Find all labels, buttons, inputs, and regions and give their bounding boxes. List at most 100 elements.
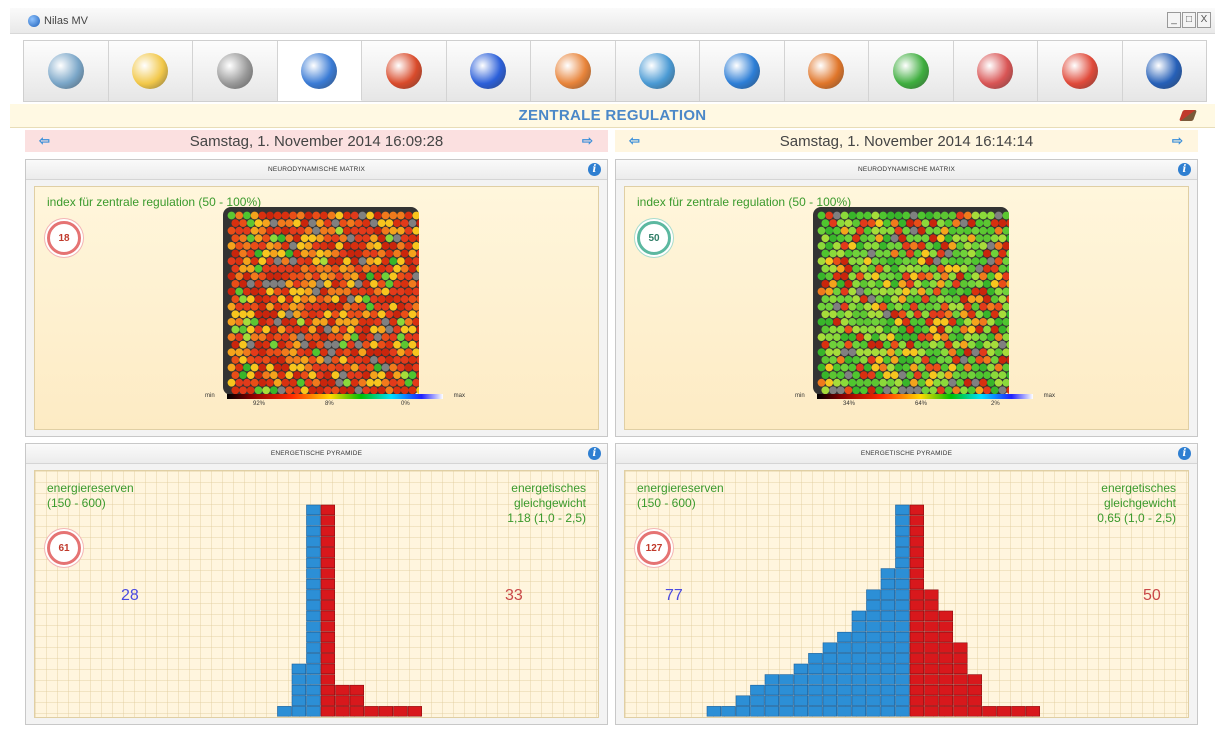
matrix-cell — [967, 340, 976, 349]
reserve-range: (150 - 600) — [637, 496, 696, 510]
matrix-cell — [404, 257, 413, 265]
matrix-cell — [300, 325, 309, 334]
matrix-cell — [235, 363, 244, 372]
matrix-cell — [335, 272, 344, 281]
toolbar-tab-hexagon-cluster[interactable] — [277, 41, 362, 101]
toolbar-tab-heat-sphere[interactable] — [109, 41, 193, 101]
matrix-cell — [231, 249, 240, 258]
matrix-cell — [235, 302, 244, 311]
matrix-cell — [343, 302, 351, 311]
matrix-cell — [320, 287, 328, 296]
matrix-cell — [960, 219, 968, 227]
toolbar-tab-heatmap-map[interactable] — [362, 41, 447, 101]
right-prev-arrow-icon[interactable]: ⇦ — [629, 134, 641, 147]
toolbar-tab-head-profile[interactable] — [700, 41, 785, 101]
matrix-cell — [331, 264, 340, 273]
pyramid-red-cell — [924, 653, 939, 664]
matrix-cell — [254, 325, 263, 334]
matrix-cell — [235, 226, 244, 235]
matrix-cell — [886, 302, 895, 311]
matrix-cell — [910, 272, 918, 281]
matrix-cell — [844, 249, 853, 258]
matrix-cell — [373, 272, 382, 281]
matrix-cell — [906, 295, 914, 303]
line-graph-icon — [639, 53, 676, 89]
matrix-cell — [940, 257, 949, 265]
matrix-cell — [293, 325, 301, 334]
matrix-cell — [871, 226, 880, 235]
matrix-cell — [848, 333, 857, 341]
pyramid-red-cell — [909, 642, 924, 653]
minimize-button[interactable]: _ — [1167, 12, 1181, 28]
maximize-button[interactable]: □ — [1182, 12, 1196, 28]
left-prev-arrow-icon[interactable]: ⇦ — [39, 134, 51, 147]
toolbar-tab-yin-yang[interactable] — [869, 41, 954, 101]
toolbar-tab-waveform-monitor[interactable] — [24, 41, 109, 101]
matrix-cell — [902, 378, 911, 387]
toolbar-tab-scatter-dots[interactable] — [193, 41, 278, 101]
book-icon[interactable] — [1178, 110, 1198, 121]
matrix-cell — [929, 249, 938, 258]
matrix-cell — [829, 371, 837, 379]
matrix-cell — [852, 340, 861, 349]
info-icon[interactable]: i — [588, 163, 601, 176]
matrix-cell — [863, 242, 872, 250]
matrix-cell — [952, 219, 961, 227]
matrix-cell — [243, 287, 251, 296]
matrix-cell — [859, 325, 868, 334]
matrix-cell — [940, 226, 949, 235]
matrix-cell — [925, 363, 934, 372]
matrix-cell — [358, 211, 367, 220]
matrix-cell — [967, 264, 976, 273]
matrix-cell — [269, 325, 278, 334]
matrix-cell — [385, 340, 394, 349]
matrix-cell — [821, 371, 830, 379]
matrix-cell — [883, 310, 891, 319]
matrix-cell — [231, 371, 240, 379]
close-button[interactable]: X — [1197, 12, 1211, 28]
matrix-cell — [829, 325, 837, 334]
matrix-cell — [246, 264, 255, 273]
matrix-cell — [879, 378, 887, 387]
left-next-arrow-icon[interactable]: ⇨ — [582, 134, 594, 147]
toolbar-tab-spectrum-field[interactable] — [447, 41, 531, 101]
matrix-cell — [840, 272, 849, 281]
toolbar-tab-line-graph[interactable] — [616, 41, 700, 101]
matrix-cell — [400, 280, 409, 288]
matrix-cell — [269, 371, 278, 379]
toolbar-tab-pentagon-cube[interactable] — [954, 41, 1038, 101]
matrix-cell — [898, 325, 907, 334]
pie-sphere-icon — [554, 53, 591, 89]
toolbar-tab-pie-sphere[interactable] — [531, 41, 616, 101]
pyramid-blue-cell — [306, 525, 321, 537]
matrix-cell — [281, 333, 290, 341]
toolbar-tab-om-symbol[interactable] — [785, 41, 869, 101]
pyramid-red-cell — [320, 504, 335, 516]
matrix-cell — [243, 348, 251, 357]
matrix-cell — [913, 219, 922, 227]
pyramid-red-cell — [320, 578, 335, 590]
pyramid-blue-cell — [764, 706, 779, 717]
matrix-cell — [377, 234, 386, 243]
right-next-arrow-icon[interactable]: ⇨ — [1172, 134, 1184, 147]
matrix-cell — [929, 356, 938, 364]
info-icon[interactable]: i — [1178, 447, 1191, 460]
info-icon[interactable]: i — [1178, 163, 1191, 176]
matrix-cell — [952, 310, 961, 319]
matrix-cell — [385, 310, 394, 319]
pyramid-red-cell — [320, 684, 335, 696]
matrix-cell — [339, 234, 348, 243]
matrix-cell — [408, 310, 417, 319]
matrix-cell — [979, 272, 988, 281]
matrix-cell — [366, 363, 374, 372]
matrix-cell — [235, 272, 244, 281]
matrix-cell — [397, 348, 405, 357]
toolbar-tab-globe[interactable] — [1123, 41, 1207, 101]
matrix-cell — [277, 219, 286, 227]
toolbar-tab-bar-chart[interactable] — [1038, 41, 1123, 101]
matrix-cell — [883, 234, 891, 243]
info-icon[interactable]: i — [588, 447, 601, 460]
matrix-cell — [397, 333, 405, 341]
matrix-cell — [844, 264, 853, 273]
matrix-cell — [308, 371, 317, 379]
